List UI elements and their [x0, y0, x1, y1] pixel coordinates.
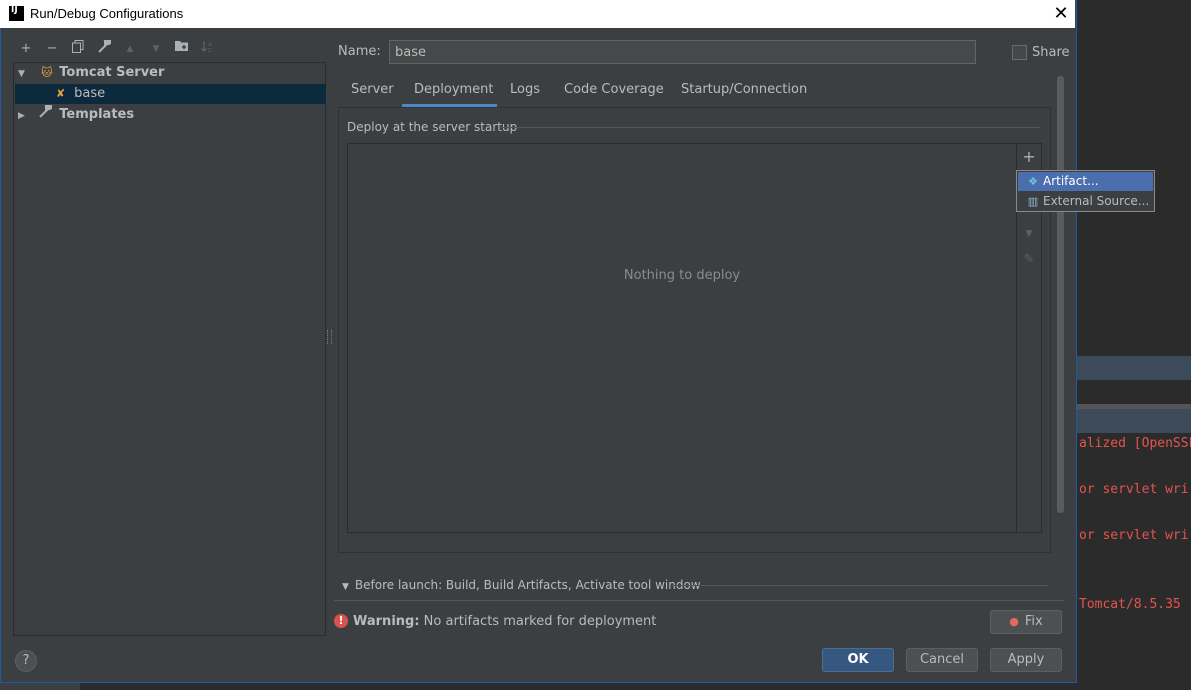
fix-label: Fix: [1024, 614, 1043, 629]
menu-item-artifact[interactable]: ❖ Artifact...: [1018, 172, 1153, 191]
deploy-list[interactable]: [347, 143, 1017, 533]
menu-item-label: Artifact...: [1043, 174, 1099, 188]
move-down-deployment-button[interactable]: ▼: [1019, 224, 1039, 244]
expand-arrow-icon[interactable]: ▼: [18, 64, 30, 84]
tab-server[interactable]: Server: [351, 80, 394, 107]
deploy-section-label: Deploy at the server startup: [347, 120, 518, 134]
ok-button[interactable]: OK: [822, 648, 894, 672]
svg-text:z: z: [208, 47, 211, 53]
move-down-button[interactable]: ▼: [147, 40, 165, 58]
help-button[interactable]: ?: [15, 650, 37, 672]
tree-item-label: Tomcat Server: [59, 65, 165, 80]
share-checkbox[interactable]: [1012, 45, 1027, 60]
config-tree: ▼ 🐱 Tomcat Server ✘ base ▶ Templates: [13, 62, 326, 636]
artifact-icon: ❖: [1028, 175, 1038, 188]
scrollbar[interactable]: [1057, 76, 1064, 513]
ide-toolbar-strip: [1077, 409, 1191, 433]
add-config-button[interactable]: +: [17, 40, 35, 58]
tree-item-tomcat-server[interactable]: ▼ 🐱 Tomcat Server: [15, 63, 326, 83]
empty-list-text: Nothing to deploy: [623, 268, 741, 283]
title-bar: IJ Run/Debug Configurations ✕: [0, 0, 1075, 28]
menu-item-label: External Source...: [1043, 194, 1150, 208]
warning-icon: !: [334, 614, 348, 628]
tab-logs[interactable]: Logs: [510, 80, 540, 107]
tree-item-base[interactable]: ✘ base: [15, 84, 326, 104]
wrench-icon: [39, 102, 55, 125]
add-popup-menu: ❖ Artifact... ▥ External Source...: [1016, 170, 1155, 212]
new-folder-button[interactable]: [173, 40, 191, 58]
tab-code-coverage[interactable]: Code Coverage: [564, 80, 664, 107]
console-line: alized [OpenSSL: [1079, 436, 1191, 451]
section-divider: [500, 127, 1040, 128]
warning-title: Warning:: [353, 614, 420, 629]
tab-deployment[interactable]: Deployment: [402, 80, 497, 107]
apply-button[interactable]: Apply: [990, 648, 1062, 672]
name-label: Name:: [338, 44, 381, 59]
ide-gutter: [0, 682, 80, 690]
ide-background: [1077, 0, 1191, 690]
section-divider: [672, 585, 1048, 586]
sort-button[interactable]: az: [199, 40, 217, 58]
collapse-arrow-icon[interactable]: ▶: [18, 106, 30, 126]
splitter-handle[interactable]: [327, 330, 332, 344]
console-line: or servlet wri: [1079, 528, 1189, 543]
ide-toolbar-strip: [1077, 356, 1191, 380]
before-launch-section[interactable]: ▼ Before launch: Build, Build Artifacts, …: [342, 578, 701, 592]
warning-text: No artifacts marked for deployment: [423, 614, 657, 629]
move-up-button[interactable]: ▲: [121, 40, 139, 58]
lightbulb-icon: ●: [1009, 615, 1019, 628]
console-line: Tomcat/8.5.35: [1079, 597, 1181, 612]
before-launch-label: Before launch: Build, Build Artifacts, A…: [354, 578, 701, 592]
ide-bottom-bar: [0, 682, 1191, 690]
intellij-logo-icon: IJ: [9, 6, 24, 21]
share-label[interactable]: Share: [1032, 45, 1070, 60]
external-source-icon: ▥: [1027, 195, 1039, 208]
add-deployment-button[interactable]: +: [1019, 147, 1039, 167]
tomcat-config-icon: ✘: [56, 87, 66, 100]
edit-defaults-button[interactable]: [95, 37, 113, 58]
tree-item-templates[interactable]: ▶ Templates: [15, 102, 326, 126]
tree-item-label: Templates: [59, 107, 135, 122]
tomcat-icon: 🐱: [41, 66, 53, 79]
edit-deployment-button[interactable]: ✎: [1019, 250, 1039, 270]
fix-button[interactable]: ● Fix: [990, 610, 1062, 634]
collapse-arrow-icon[interactable]: ▼: [342, 582, 349, 592]
remove-config-button[interactable]: −: [43, 40, 61, 58]
menu-item-external-source[interactable]: ▥ External Source...: [1018, 192, 1153, 211]
close-button[interactable]: ✕: [1048, 2, 1074, 26]
tree-item-label: base: [74, 86, 106, 101]
tab-startup-connection[interactable]: Startup/Connection: [681, 80, 807, 107]
window-title: Run/Debug Configurations: [30, 6, 184, 21]
cancel-button[interactable]: Cancel: [906, 648, 978, 672]
divider: [334, 600, 1064, 601]
warning-message: Warning: No artifacts marked for deploym…: [353, 614, 656, 629]
console-line: or servlet wri: [1079, 482, 1189, 497]
copy-config-button[interactable]: [69, 40, 87, 58]
name-input[interactable]: [389, 40, 976, 64]
